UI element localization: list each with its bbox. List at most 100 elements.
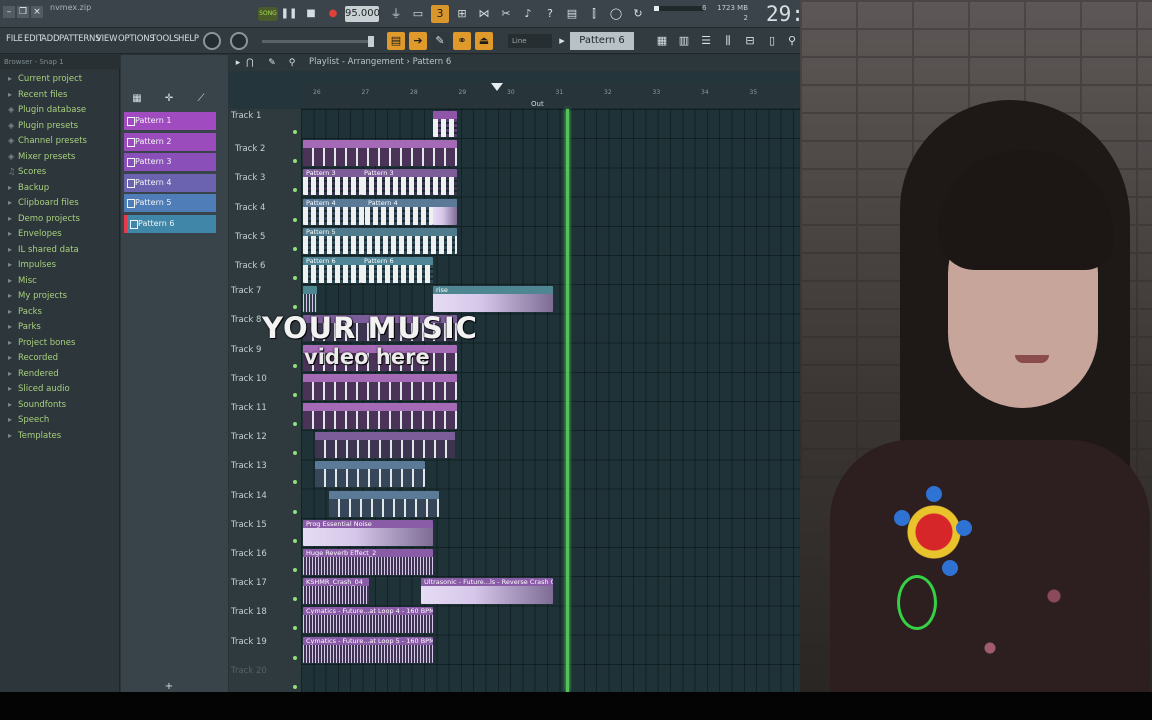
track-header[interactable]: Track 9 [229,343,301,372]
track-mute-led[interactable] [293,363,297,368]
chat-icon[interactable]: ◯ [607,5,625,23]
plugin-picker-icon[interactable]: ⊟ [741,32,759,50]
browser-item[interactable]: ▸ Parks [8,320,41,334]
menu-patterns[interactable]: PATTERNS [59,34,101,44]
playlist-clip[interactable]: Prog Essential Noise [303,519,433,546]
browser-item[interactable]: ▸ Recent files [8,88,67,102]
refresh-icon[interactable]: ↻ [629,5,647,23]
zoom-icon[interactable]: ⚲ [283,54,301,72]
playlist-clip[interactable] [315,461,425,488]
track-header[interactable]: Track 11 [229,401,301,430]
pattern-item[interactable]: Pattern 5 [124,194,216,213]
restore-icon[interactable]: ❐ [17,6,29,18]
track-header[interactable]: Track 17 [229,576,301,605]
menu-file[interactable]: FILE [6,34,23,44]
track-mute-led[interactable] [293,130,297,134]
link-icon[interactable]: ⚭ [453,32,471,50]
playlist-clip[interactable] [303,373,457,400]
pause-button[interactable]: ❚❚ [280,5,298,23]
track-mute-led[interactable] [293,188,297,193]
browser-item[interactable]: ▸ Packs [8,305,42,319]
wait-input-icon[interactable]: ▭ [409,5,427,23]
track-mute-led[interactable] [293,684,297,689]
countdown-icon[interactable]: 3 [431,5,449,23]
browser-item[interactable]: ▸ Current project [8,72,82,86]
piano-roll-icon[interactable]: ▥ [675,32,693,50]
playhead[interactable] [566,109,569,692]
timeline-ruler[interactable]: Out 26 27 28 29 30 31 32 33 34 35 [301,83,800,109]
browser-item[interactable]: ▸ Impulses [8,258,56,272]
playlist-clip[interactable]: Pattern 4 [365,198,433,225]
playlist-clip[interactable] [433,111,457,137]
track-header[interactable]: Track 6 [229,255,301,284]
browser-item[interactable]: ◈ Mixer presets [8,150,75,164]
pattern-item[interactable]: Pattern 1 [124,112,216,130]
browser-item[interactable]: ▸ Clipboard files [8,196,79,210]
pattern-item[interactable]: Pattern 2 [124,132,216,151]
playlist-clip[interactable] [303,403,457,429]
track-mute-led[interactable] [293,597,297,602]
playlist-clip[interactable]: Cymatics - Future...at Loop 5 - 160 BPM [303,636,433,663]
track-mute-led[interactable] [293,305,297,310]
browser-item[interactable]: ▸ Envelopes [8,227,62,241]
channel-rack-icon[interactable]: ☰ [697,32,715,50]
arrangement-grid[interactable]: Pattern 3 Pattern 3 Pattern 4 Pattern 4 Patt… [301,109,800,692]
menu-tools[interactable]: TOOLS [151,34,179,44]
metronome-icon[interactable]: ⏚ [387,5,405,23]
playlist-view-icon[interactable]: ▤ [387,32,405,50]
browser-item[interactable]: ▸ Rendered [8,367,59,381]
playlist-clip[interactable]: Pattern 4 [303,198,365,225]
browser-item[interactable]: ▸ Soundfonts [8,398,66,412]
add-icon[interactable]: ✛ [161,91,177,107]
track-header[interactable]: Track 7 [229,284,301,313]
master-slider-thumb[interactable] [368,36,374,47]
browser-item[interactable]: ▸ Demo projects [8,212,80,226]
track-mute-led[interactable] [293,538,297,543]
playlist-icon[interactable]: ▦ [653,32,671,50]
playlist-clip[interactable]: Ultrasonic - Future...ls - Reverse Crash… [421,578,553,605]
playhead-marker-icon[interactable] [491,83,503,91]
playlist-clip[interactable]: Pattern 3 [361,169,433,196]
browser-item[interactable]: ▸ Templates [8,429,61,443]
pencil-icon[interactable]: ✎ [263,54,281,72]
menu-options[interactable]: OPTIONS [118,34,155,44]
track-header[interactable]: Track 19 [229,635,301,664]
playlist-clip[interactable]: Pattern 6 [303,257,361,283]
track-mute-led[interactable] [293,568,297,572]
blend-notes-icon[interactable]: ⋈ [475,5,493,23]
browser-item[interactable]: ▸ My projects [8,289,67,303]
pattern-item[interactable]: Pattern 3 [124,153,216,172]
draw-tool-icon[interactable]: ✎ [431,32,449,50]
playlist-clip[interactable]: Pattern 6 [361,257,433,283]
browser-item[interactable]: ▸ Project bones [8,336,75,350]
track-header[interactable]: Track 4 [229,197,301,226]
track-mute-led[interactable] [293,276,297,280]
magnet-icon[interactable]: ⋂ [241,54,259,72]
pattern-item[interactable]: Pattern 6 [124,215,216,233]
track-mute-led[interactable] [293,246,297,251]
browser-header[interactable]: Browser - Snap 1 [0,55,120,69]
add-pattern-icon[interactable]: + [161,679,177,692]
arrow-right-icon[interactable]: ➔ [409,32,427,50]
track-mute-led[interactable] [293,655,297,660]
track-header[interactable]: Track 12 [229,430,301,459]
close-icon[interactable]: × [31,6,43,18]
stamp-icon[interactable]: ⏏ [475,32,493,50]
menu-help[interactable]: HELP [178,34,199,44]
playlist-clip[interactable]: Huge Reverb Effect_2 [303,549,433,575]
save-icon[interactable]: ▤ [563,5,581,23]
snap-select[interactable]: Line [508,34,552,48]
pattern-item[interactable]: Pattern 4 [124,173,216,192]
browser-item[interactable]: ▸ Sliced audio [8,382,70,396]
track-mute-led[interactable] [293,480,297,485]
track-mute-led[interactable] [293,626,297,631]
plugin-icon[interactable]: ⚲ [783,32,800,50]
step-edit-icon[interactable]: ⊞ [453,5,471,23]
menu-edit[interactable]: EDIT [24,34,43,44]
track-header[interactable]: Track 20 [229,664,301,692]
minimize-icon[interactable]: – [3,6,15,18]
track-mute-led[interactable] [293,159,297,164]
playlist-clip[interactable] [433,198,457,225]
slide-icon[interactable]: ⟋ [193,91,209,107]
track-header[interactable]: Track 16 [229,547,301,576]
